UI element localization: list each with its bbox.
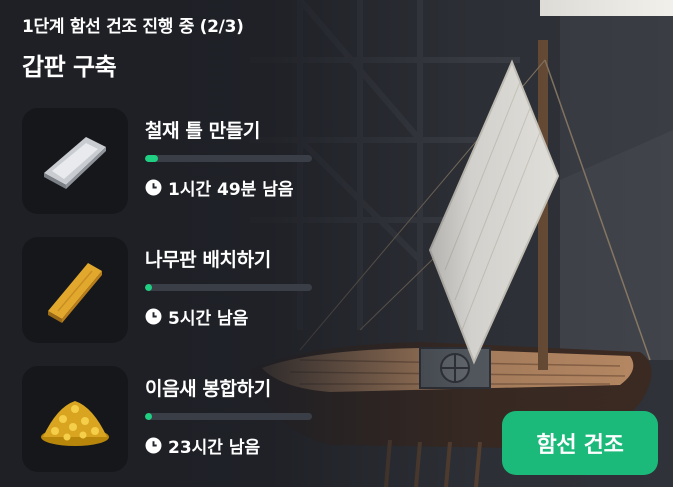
task-item[interactable]: 철재 틀 만들기 1시간 49분 남음 (22, 108, 322, 214)
task-item[interactable]: 나무판 배치하기 5시간 남음 (22, 237, 322, 343)
time-remaining: 23시간 남음 (145, 433, 260, 458)
header: 1단계 함선 건조 진행 중 (2/3) 갑판 구축 (22, 12, 244, 82)
task-item[interactable]: 이음새 봉합하기 23시간 남음 (22, 366, 322, 472)
time-remaining-text: 1시간 49분 남음 (168, 180, 294, 200)
task-icon-box (22, 108, 128, 214)
task-icon-box (22, 237, 128, 343)
time-remaining: 5시간 남음 (145, 304, 248, 329)
task-name: 철재 틀 만들기 (145, 120, 260, 142)
time-remaining-text: 23시간 남음 (168, 438, 261, 458)
stage-progress-text: 1단계 함선 건조 진행 중 (2/3) (22, 17, 244, 37)
clock-icon (145, 179, 162, 196)
gold-pile-icon (41, 401, 109, 446)
progress-fill (145, 284, 152, 291)
time-remaining: 1시간 49분 남음 (145, 175, 294, 200)
task-progress-bar (145, 155, 312, 162)
wood-plank-icon (48, 263, 102, 323)
clock-icon (145, 437, 162, 454)
clock-icon (145, 308, 162, 325)
task-progress-bar (145, 284, 312, 291)
build-ship-button[interactable]: 함선 건조 (502, 411, 658, 475)
iron-ingot-icon (44, 137, 106, 189)
task-name: 이음새 봉합하기 (145, 378, 271, 400)
task-name: 나무판 배치하기 (145, 249, 271, 271)
task-icon-box (22, 366, 128, 472)
section-title: 갑판 구축 (22, 53, 117, 81)
progress-fill (145, 155, 159, 162)
task-progress-bar (145, 413, 312, 420)
time-remaining-text: 5시간 남음 (168, 309, 249, 329)
progress-fill (145, 413, 152, 420)
